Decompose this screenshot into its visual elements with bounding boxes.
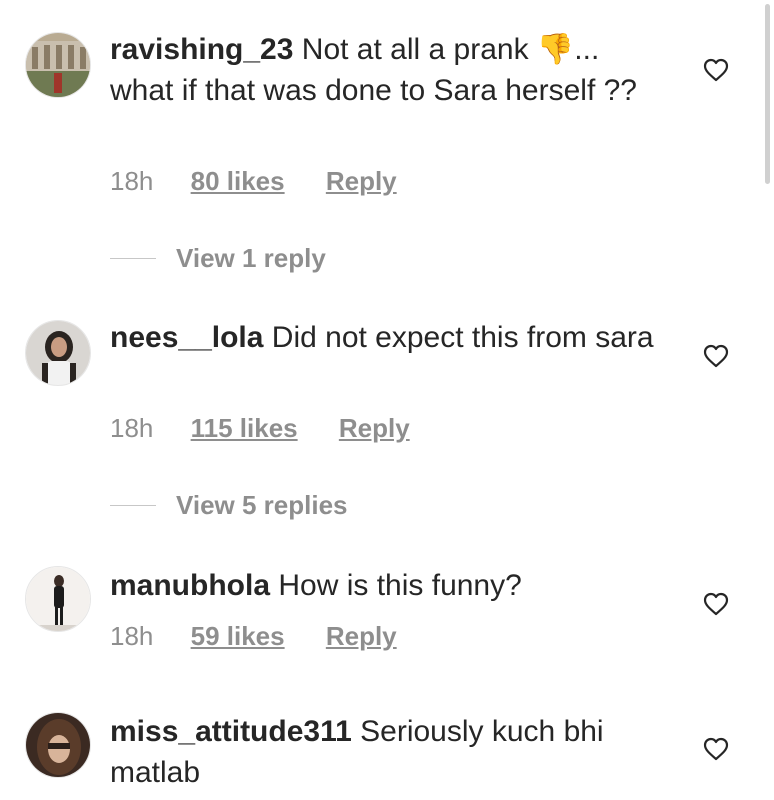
- likes-link[interactable]: 80 likes: [191, 166, 285, 196]
- divider-line: [110, 504, 156, 506]
- comment-meta: 18h 115 likes Reply: [110, 412, 410, 444]
- heart-icon[interactable]: [703, 737, 729, 761]
- view-replies-label: View 5 replies: [176, 490, 348, 520]
- view-replies-button[interactable]: View 1 reply: [110, 242, 326, 274]
- comment-body: How is this funny?: [278, 569, 522, 602]
- avatar[interactable]: [25, 566, 91, 632]
- comment-body: Did not expect this from sara: [271, 321, 654, 354]
- reply-button[interactable]: Reply: [326, 621, 397, 651]
- comment-meta: 18h 80 likes Reply: [110, 165, 397, 197]
- scrollbar[interactable]: [765, 4, 770, 184]
- view-replies-label: View 1 reply: [176, 243, 326, 273]
- divider-line: [110, 257, 156, 259]
- avatar-image: [26, 713, 90, 777]
- avatar-image: [26, 321, 90, 385]
- avatar[interactable]: [25, 32, 91, 98]
- likes-link[interactable]: 115 likes: [191, 413, 298, 443]
- heart-icon[interactable]: [703, 592, 729, 616]
- reply-button[interactable]: Reply: [326, 166, 397, 196]
- comment-body: Not at all a prank: [301, 33, 529, 66]
- username[interactable]: miss_attitude311: [110, 715, 352, 748]
- avatar-image: [26, 33, 90, 97]
- view-replies-button[interactable]: View 5 replies: [110, 489, 348, 521]
- timestamp: 18h: [110, 166, 154, 196]
- heart-icon[interactable]: [703, 344, 729, 368]
- reply-button[interactable]: Reply: [339, 413, 410, 443]
- likes-link[interactable]: 59 likes: [191, 621, 285, 651]
- thumbs-down-emoji: 👎: [536, 33, 575, 66]
- avatar[interactable]: [25, 320, 91, 386]
- username[interactable]: manubhola: [110, 569, 270, 602]
- avatar[interactable]: [25, 712, 91, 778]
- comment-text: ravishing_23 Not at all a prank 👎... wha…: [110, 29, 670, 111]
- timestamp: 18h: [110, 413, 154, 443]
- username[interactable]: nees__lola: [110, 321, 263, 354]
- heart-icon[interactable]: [703, 58, 729, 82]
- comment-text: nees__lola Did not expect this from sara: [110, 317, 670, 358]
- comment-meta: 18h 59 likes Reply: [110, 620, 397, 652]
- timestamp: 18h: [110, 621, 154, 651]
- username[interactable]: ravishing_23: [110, 33, 293, 66]
- comment-text: manubhola How is this funny?: [110, 565, 670, 606]
- avatar-image: [26, 567, 90, 631]
- comment-text: miss_attitude311 Seriously kuch bhi matl…: [110, 711, 670, 793]
